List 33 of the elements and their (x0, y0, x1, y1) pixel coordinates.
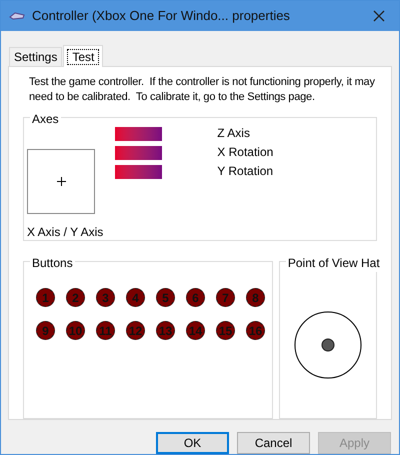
button-indicator: 4 (126, 288, 145, 307)
button-indicator: 14 (186, 321, 205, 340)
description-text: Test the game controller. If the controller is not functioning properly, it may need to be calibrated. To calibrate it, go to the Settings page. (28, 75, 376, 105)
tab[interactable]: Test (63, 45, 104, 67)
button-indicator: 5 (156, 288, 175, 307)
button-indicator: 1 (36, 288, 55, 307)
dialog-button[interactable]: Cancel (237, 432, 310, 454)
axis-label: Z Axis (217, 126, 250, 141)
button-indicator: 13 (156, 321, 175, 340)
axis-bar (115, 146, 162, 160)
button-indicator: 7 (216, 288, 235, 307)
close-icon[interactable] (373, 10, 385, 22)
axis-label: X Axis / Y Axis (27, 224, 104, 241)
button-indicator: 11 (96, 321, 115, 340)
button-indicator: 16 (246, 321, 265, 340)
axis-label: Y Rotation (217, 164, 274, 179)
button-indicator: 3 (96, 288, 115, 307)
joystick-icon (9, 11, 25, 22)
button-indicator: 10 (66, 321, 85, 340)
button-indicator: 8 (246, 288, 265, 307)
hat-position-drawing (294, 311, 362, 379)
button-indicator: 12 (126, 321, 145, 340)
axis-label: X Rotation (217, 145, 274, 160)
dialog-button[interactable]: OK (156, 432, 229, 454)
axis-bar (115, 164, 162, 178)
button-indicator: 6 (186, 288, 205, 307)
crosshair-icon (56, 177, 66, 186)
axis-bar (115, 126, 162, 140)
button-indicator: 2 (66, 288, 85, 307)
tab[interactable]: Settings (9, 47, 62, 66)
button-indicator: 15 (216, 321, 235, 340)
window-title: Controller (Xbox One For Windo... properties (32, 7, 290, 26)
button-indicator: 9 (36, 321, 55, 340)
